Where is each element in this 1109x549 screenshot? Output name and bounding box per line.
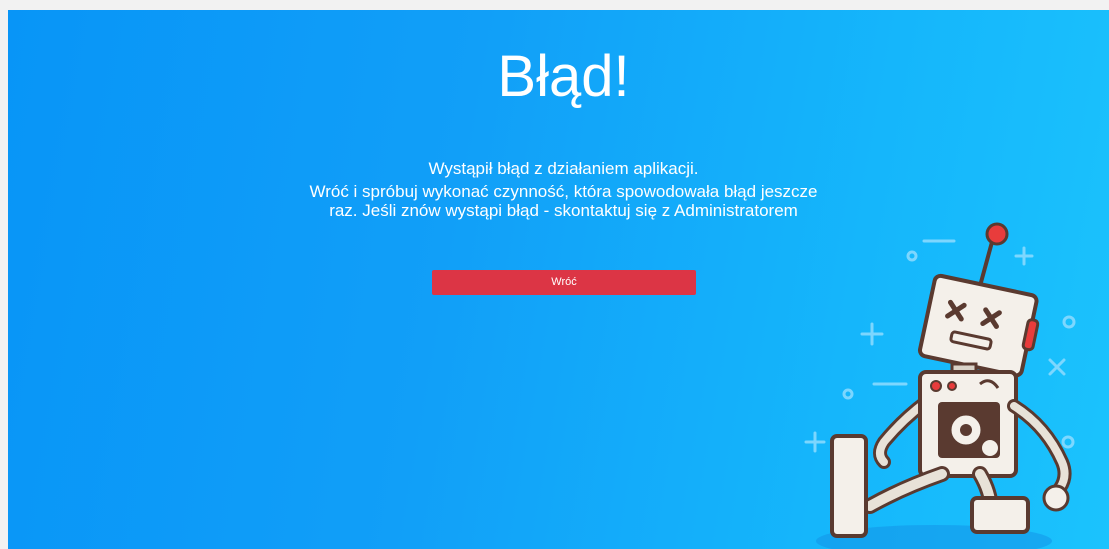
error-page: Błąd! Wystąpił błąd z działaniem aplikac… bbox=[8, 10, 1109, 549]
error-message-primary: Wystąpił błąd z działaniem aplikacji. bbox=[428, 159, 699, 178]
error-title: Błąd! bbox=[497, 44, 630, 109]
back-button[interactable]: Wróć bbox=[432, 270, 696, 295]
broken-robot-icon bbox=[804, 222, 1076, 549]
error-message-instructions: Wróć i spróbuj wykonać czynność, która s… bbox=[309, 182, 818, 220]
